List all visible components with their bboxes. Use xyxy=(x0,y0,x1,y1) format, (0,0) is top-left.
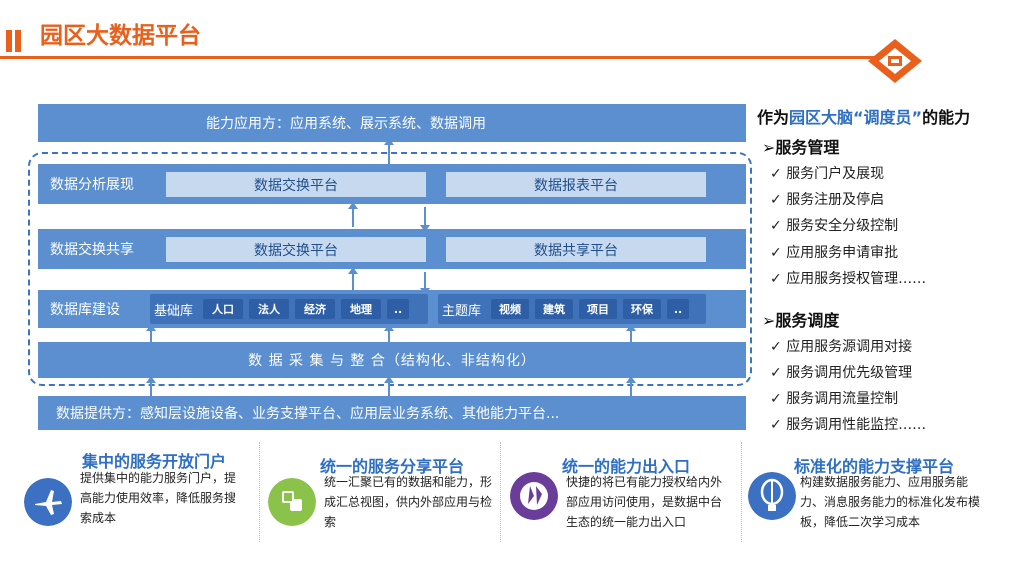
collection-layer-label: 数 据 采 集 与 整 合（结构化、非结构化） xyxy=(248,353,536,369)
list-item: ✓ 服务安全分级控制 xyxy=(770,218,899,234)
theme-database-group: 主题库 视频 建筑 项目 环保 .. xyxy=(438,294,706,324)
balloon-icon xyxy=(748,472,796,520)
list-item: ✓ 服务调用性能监控…… xyxy=(770,417,927,433)
check-icon: ✓ xyxy=(770,166,782,182)
check-icon: ✓ xyxy=(770,339,782,355)
tag-more: .. xyxy=(667,299,690,319)
up-arrow-icon xyxy=(384,376,394,397)
list-item: ✓ 服务调用优先级管理 xyxy=(770,365,913,381)
feature-divider xyxy=(500,442,501,542)
up-arrow-icon xyxy=(146,376,156,397)
gateway-icon xyxy=(510,472,558,520)
title-suffix: 的能力 xyxy=(922,108,971,127)
data-providers-label: 数据提供方：感知层设施设备、业务支撑平台、应用层业务系统、其他能力平台... xyxy=(56,406,560,422)
check-icon: ✓ xyxy=(770,192,782,208)
data-providers-band: 数据提供方：感知层设施设备、业务支撑平台、应用层业务系统、其他能力平台... xyxy=(38,396,746,430)
list-item: ✓ 服务调用流量控制 xyxy=(770,391,899,407)
tag-geography: 地理 xyxy=(341,299,382,319)
feature-description: 构建数据服务能力、应用服务能力、消息服务能力的标准化发布模板，降低二次学习成本 xyxy=(800,475,981,529)
down-arrow-icon xyxy=(420,207,430,232)
section-title: 服务调度 xyxy=(775,311,840,330)
section-title: 服务管理 xyxy=(775,138,840,157)
title-highlight: 园区大脑“调度员” xyxy=(789,108,923,127)
feature-description: 统一汇聚已有的数据和能力，形成汇总视图，供内外部应用与检索 xyxy=(324,475,493,529)
list-item: ✓ 应用服务申请审批 xyxy=(770,245,899,261)
list-item: ✓ 服务注册及停启 xyxy=(770,192,885,208)
up-arrow-icon xyxy=(348,267,358,290)
share-icon xyxy=(268,478,316,526)
tag-video: 视频 xyxy=(491,299,530,319)
up-arrow-icon xyxy=(626,376,636,397)
tag-building: 建筑 xyxy=(535,299,574,319)
analysis-layer-label: 数据分析展现 xyxy=(50,177,134,193)
exchange-platform-box: 数据交换平台 xyxy=(166,237,426,262)
check-icon: ✓ xyxy=(770,245,782,261)
capability-consumers-label: 能力应用方：应用系统、展示系统、数据调用 xyxy=(206,116,486,132)
tag-project: 项目 xyxy=(579,299,618,319)
header-accent-bar xyxy=(15,30,21,52)
theme-database-label: 主题库 xyxy=(442,303,482,319)
database-layer-label: 数据库建设 xyxy=(50,302,120,318)
collection-layer: 数 据 采 集 与 整 合（结构化、非结构化） xyxy=(38,342,746,378)
section-marker-icon: ➢ xyxy=(762,311,776,330)
company-logo-icon xyxy=(868,39,922,83)
sharing-platform-box: 数据共享平台 xyxy=(446,237,706,262)
check-icon: ✓ xyxy=(770,365,782,381)
report-platform-box: 数据报表平台 xyxy=(446,172,706,197)
tag-more: .. xyxy=(387,299,410,319)
list-item: ✓ 服务门户及展现 xyxy=(770,166,885,182)
title-prefix: 作为 xyxy=(757,108,790,127)
section-service-management: ➢服务管理 xyxy=(762,134,839,158)
tag-population: 人口 xyxy=(203,299,244,319)
list-item: ✓ 应用服务授权管理…… xyxy=(770,271,927,287)
check-icon: ✓ xyxy=(770,218,782,234)
analysis-exchange-box: 数据交换平台 xyxy=(166,172,426,197)
page-title: 园区大数据平台 xyxy=(40,23,201,49)
check-icon: ✓ xyxy=(770,417,782,433)
down-arrow-icon xyxy=(420,272,430,295)
header-divider xyxy=(0,56,900,59)
feature-divider xyxy=(259,442,260,542)
up-arrow-icon xyxy=(348,202,358,227)
check-icon: ✓ xyxy=(770,271,782,287)
exchange-layer-label: 数据交换共享 xyxy=(50,242,134,258)
dispatcher-capability-title: 作为园区大脑“调度员”的能力 xyxy=(757,104,970,128)
base-database-group: 基础库 人口 法人 经济 地理 .. xyxy=(150,294,428,324)
up-arrow-icon xyxy=(384,138,394,165)
base-database-label: 基础库 xyxy=(154,303,194,319)
section-marker-icon: ➢ xyxy=(762,138,776,157)
list-item: ✓ 应用服务源调用对接 xyxy=(770,339,913,355)
check-icon: ✓ xyxy=(770,391,782,407)
tag-environment: 环保 xyxy=(623,299,662,319)
feature-divider xyxy=(741,442,742,542)
tag-economy: 经济 xyxy=(295,299,336,319)
feature-description: 快捷的将已有能力授权给内外部应用访问使用，是数据中台生态的统一能力出入口 xyxy=(566,475,723,529)
tag-legal-entity: 法人 xyxy=(249,299,290,319)
section-service-scheduling: ➢服务调度 xyxy=(762,307,839,331)
header-accent-bar xyxy=(6,30,12,52)
airplane-icon xyxy=(24,478,72,526)
capability-consumers-band: 能力应用方：应用系统、展示系统、数据调用 xyxy=(38,104,746,142)
feature-description: 提供集中的能力服务门户，提高能力使用效率，降低服务搜索成本 xyxy=(80,471,237,525)
